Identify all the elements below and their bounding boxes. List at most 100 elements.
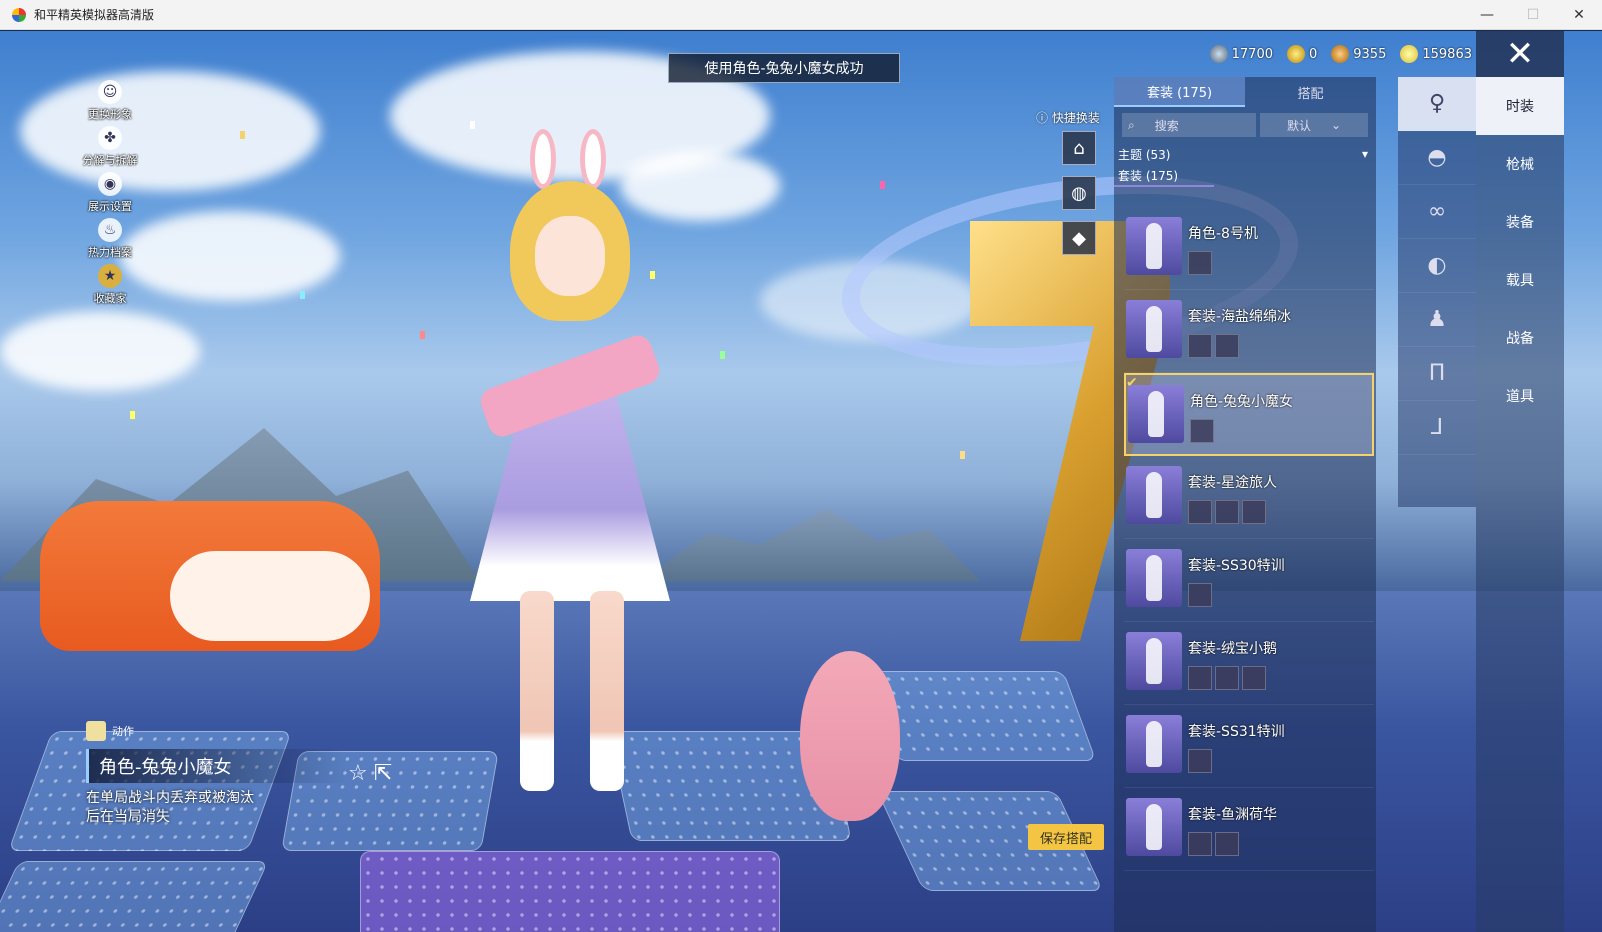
sub-part-thumbnail[interactable] — [1242, 500, 1266, 524]
sort-select[interactable]: 默认 ⌄ — [1260, 113, 1368, 137]
character-face — [535, 216, 605, 296]
action-icon — [86, 721, 106, 741]
sub-parts — [1188, 500, 1266, 524]
emulator-window: 和平精英模拟器高清版 — ☐ ✕ ☺ 更换形象 ✤ 分解与拆解 ◉ 展示设置 ♨… — [0, 0, 1602, 932]
close-wardrobe-button[interactable]: ✕ — [1476, 31, 1564, 77]
tab-battle-prep[interactable]: 战备 — [1476, 309, 1564, 367]
flame-icon: ♨ — [98, 218, 122, 242]
minimize-button[interactable]: — — [1464, 0, 1510, 30]
tab-fashion[interactable]: 时装 — [1476, 77, 1564, 135]
favorite-star-icon[interactable]: ☆ — [348, 761, 368, 786]
eye-icon: ◉ — [98, 172, 122, 196]
list-tabs: 套装 (175) 搭配 — [1114, 77, 1376, 107]
category-hat[interactable]: ◓ — [1398, 131, 1476, 185]
outfit-figure — [1146, 555, 1162, 601]
currency-gold[interactable]: 159863 — [1400, 45, 1472, 63]
sub-part-thumbnail[interactable] — [1188, 334, 1212, 358]
tab-items[interactable]: 道具 — [1476, 367, 1564, 425]
sub-part-thumbnail[interactable] — [1190, 419, 1214, 443]
sub-part-thumbnail[interactable] — [1242, 666, 1266, 690]
tab-suits[interactable]: 套装 (175) — [1114, 77, 1245, 107]
sub-part-thumbnail[interactable] — [1215, 666, 1239, 690]
confetti — [720, 351, 725, 359]
sub-part-thumbnail[interactable] — [1215, 334, 1239, 358]
outfit-list-item[interactable]: 角色-8号机 — [1124, 207, 1374, 290]
outfit-name: 套装-绒宝小鹅 — [1188, 641, 1278, 657]
sub-part-thumbnail[interactable] — [1188, 583, 1212, 607]
close-window-button[interactable]: ✕ — [1556, 0, 1602, 30]
sub-parts — [1190, 419, 1214, 443]
success-toast: 使用角色-兔兔小魔女成功 — [668, 53, 900, 83]
sub-part-thumbnail[interactable] — [1188, 666, 1212, 690]
tab-guns[interactable]: 枪械 — [1476, 135, 1564, 193]
item-description: 在单局战斗内丢弃或被淘汰后在当局消失 — [86, 790, 254, 825]
sub-part-thumbnail[interactable] — [1188, 749, 1212, 773]
tab-outfits[interactable]: 搭配 — [1245, 77, 1376, 107]
category-mask[interactable]: ◐ — [1398, 239, 1476, 293]
maximize-button[interactable]: ☐ — [1510, 0, 1556, 30]
outfit-figure — [1146, 638, 1162, 684]
outfit-thumbnail — [1126, 466, 1182, 524]
category-dress[interactable]: ♀ — [1398, 77, 1476, 131]
planet-coin-icon — [1209, 45, 1228, 63]
quick-swap-hanger-button[interactable]: ⌂ — [1062, 131, 1096, 165]
change-appearance-button[interactable]: ☺ 更换形象 — [80, 76, 140, 122]
sub-parts — [1188, 583, 1212, 607]
sub-part-thumbnail[interactable] — [1188, 832, 1212, 856]
collector-button[interactable]: ★ 收藏家 — [80, 260, 140, 306]
category-outfit[interactable]: ♟ — [1398, 293, 1476, 347]
currency-bronze[interactable]: 9355 — [1331, 45, 1386, 63]
sub-part-thumbnail[interactable] — [1215, 832, 1239, 856]
outfit-figure — [1146, 804, 1162, 850]
action-buttons: ☆ ⇱ — [348, 761, 392, 786]
heat-archive-button[interactable]: ♨ 热力档案 — [80, 214, 140, 260]
outfit-list-item[interactable]: 套装-鱼渊荷华 — [1124, 788, 1374, 871]
confetti — [130, 411, 135, 419]
category-shoes[interactable]: ⅃ — [1398, 401, 1476, 455]
collector-icon: ★ — [98, 264, 122, 288]
outfit-list-item[interactable]: 套装-星途旅人 — [1124, 456, 1374, 539]
outfit-list-item[interactable]: ✔ 角色-兔兔小魔女 — [1124, 373, 1374, 456]
left-side-menu: ☺ 更换形象 ✤ 分解与拆解 ◉ 展示设置 ♨ 热力档案 ★ 收藏家 — [80, 76, 140, 306]
currency-gold-a[interactable]: 0 — [1286, 45, 1317, 63]
outfit-thumbnail — [1126, 632, 1182, 690]
sub-part-thumbnail[interactable] — [1188, 500, 1212, 524]
confetti — [240, 131, 245, 139]
sub-part-thumbnail[interactable] — [1215, 500, 1239, 524]
save-outfit-button[interactable]: 保存搭配 — [1028, 824, 1104, 850]
cloud — [120, 211, 340, 301]
sub-parts — [1188, 251, 1212, 275]
outfit-figure — [1146, 306, 1162, 352]
outfit-figure — [1146, 472, 1162, 518]
outfit-thumbnail — [1126, 300, 1182, 358]
bunny-ear-left — [530, 129, 556, 189]
gold-coin-icon — [1400, 45, 1419, 63]
filter-theme[interactable]: 主题 (53) ▾ — [1114, 143, 1376, 165]
confetti — [470, 121, 475, 129]
category-glasses[interactable]: ∞ — [1398, 185, 1476, 239]
quick-swap-bag-button[interactable]: ◍ — [1062, 176, 1096, 210]
main-category-tabs: 时装 枪械 装备 载具 战备 道具 — [1476, 77, 1564, 932]
confetti — [650, 271, 655, 279]
disassemble-button[interactable]: ✤ 分解与拆解 — [80, 122, 140, 168]
share-icon[interactable]: ⇱ — [374, 761, 392, 786]
tab-vehicles[interactable]: 载具 — [1476, 251, 1564, 309]
outfit-list-item[interactable]: 套装-SS30特训 — [1124, 539, 1374, 622]
currency-planet[interactable]: 17700 — [1209, 45, 1273, 63]
category-pants[interactable]: Π — [1398, 347, 1476, 401]
action-tag: 动作 — [86, 721, 356, 741]
chevron-down-icon: ⌄ — [1330, 118, 1342, 132]
outfit-list-item[interactable]: 套装-绒宝小鹅 — [1124, 622, 1374, 705]
quick-swap-diamond-button[interactable]: ◆ — [1062, 221, 1096, 255]
tab-equipment[interactable]: 装备 — [1476, 193, 1564, 251]
search-input[interactable]: ⌕ 搜索 — [1122, 113, 1256, 137]
confetti — [420, 331, 425, 339]
cloud — [0, 311, 200, 391]
display-settings-button[interactable]: ◉ 展示设置 — [80, 168, 140, 214]
sub-part-thumbnail[interactable] — [1188, 251, 1212, 275]
diamond-icon: ◆ — [1072, 227, 1086, 249]
outfit-list-item[interactable]: 套装-SS31特训 — [1124, 705, 1374, 788]
outfit-list-item[interactable]: 套装-海盐绵绵冰 — [1124, 290, 1374, 373]
search-row: ⌕ 搜索 默认 ⌄ — [1122, 113, 1368, 137]
filter-suit[interactable]: 套装 (175) — [1114, 165, 1214, 187]
